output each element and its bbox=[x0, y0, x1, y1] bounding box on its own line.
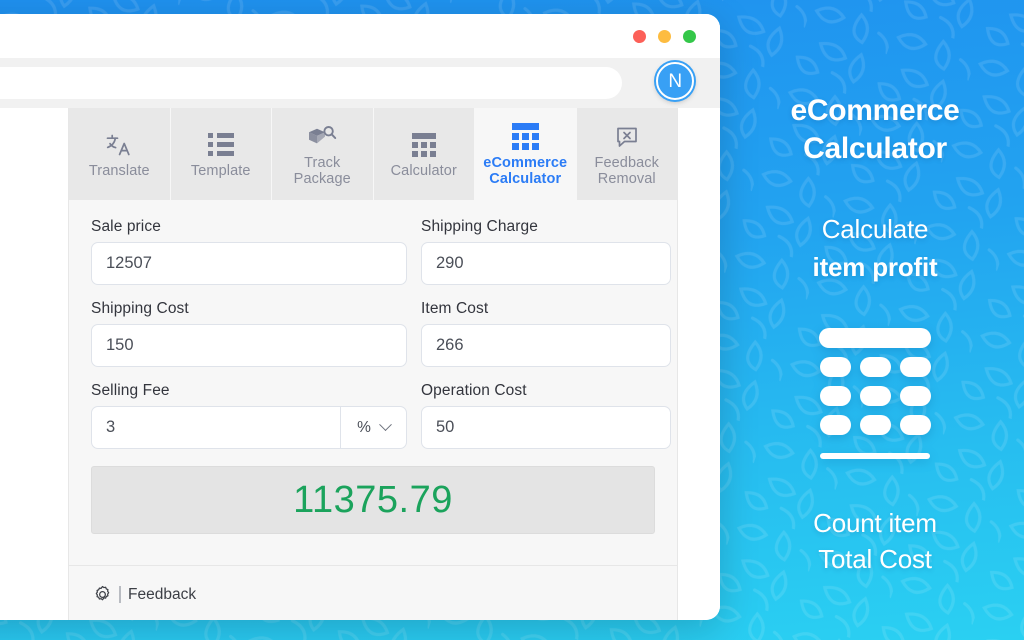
field-operation-cost-wrap bbox=[421, 406, 671, 449]
promo-subtitle-line2: item profit bbox=[812, 252, 938, 282]
minimize-window-button[interactable] bbox=[658, 30, 671, 43]
selling-fee-unit-value: % bbox=[357, 418, 371, 436]
browser-tab-strip bbox=[0, 14, 720, 58]
calculator-key bbox=[819, 415, 851, 435]
feedback-link[interactable]: Feedback bbox=[128, 586, 196, 604]
promo-panel: eCommerce Calculator Calculate item prof… bbox=[726, 0, 1024, 640]
shipping-charge-input[interactable] bbox=[422, 243, 670, 284]
tab-track-package-label: Track Package bbox=[293, 154, 351, 187]
field-selling-fee: Selling Fee % bbox=[91, 382, 407, 449]
tab-translate[interactable]: Translate bbox=[69, 108, 171, 200]
promo-footer-line2: Total Cost bbox=[818, 544, 932, 574]
extension-badge-icon[interactable]: N bbox=[656, 62, 694, 100]
promo-footer-line1: Count item bbox=[813, 508, 937, 538]
field-shipping-cost-wrap bbox=[91, 324, 407, 367]
translate-icon bbox=[106, 132, 132, 158]
promo-title-line2: Calculator bbox=[803, 132, 947, 165]
field-sale-price-label: Sale price bbox=[91, 218, 161, 235]
chevron-down-icon bbox=[379, 418, 392, 432]
tab-template-label: Template bbox=[190, 162, 251, 179]
browser-window: N Translate Template Track Package Calcu… bbox=[0, 14, 720, 620]
item-cost-input[interactable] bbox=[422, 325, 670, 366]
calculator-key bbox=[859, 357, 891, 377]
tab-ecommerce-calculator[interactable]: eCommerce Calculator bbox=[475, 108, 577, 200]
popup-tab-bar: Translate Template Track Package Calcula… bbox=[69, 108, 677, 200]
field-item-cost-wrap bbox=[421, 324, 671, 367]
operation-cost-input[interactable] bbox=[422, 407, 670, 448]
calculator-form: Sale price Shipping Charge bbox=[69, 200, 677, 565]
tab-feedback-removal[interactable]: Feedback Removal bbox=[576, 108, 677, 200]
tab-translate-label: Translate bbox=[88, 162, 150, 179]
selling-fee-input[interactable] bbox=[92, 407, 340, 448]
extension-badge-label: N bbox=[668, 70, 682, 92]
gear-icon[interactable] bbox=[93, 585, 112, 604]
field-item-cost-label: Item Cost bbox=[421, 300, 489, 317]
calculator-key-row bbox=[819, 415, 931, 435]
tab-calculator-label: Calculator bbox=[390, 162, 457, 179]
tab-feedback-removal-label: Feedback Removal bbox=[594, 154, 659, 187]
field-operation-cost-label: Operation Cost bbox=[421, 382, 527, 399]
comment-remove-icon bbox=[615, 124, 639, 150]
calculator-key bbox=[859, 415, 891, 435]
calculator-fields-grid: Sale price Shipping Charge bbox=[91, 218, 671, 464]
footer-separator bbox=[119, 586, 121, 603]
promo-title: eCommerce Calculator bbox=[790, 92, 959, 168]
promo-title-line1: eCommerce bbox=[790, 94, 960, 127]
promo-subtitle-line1: Calculate bbox=[821, 214, 929, 244]
browser-page-area: Translate Template Track Package Calcula… bbox=[0, 108, 720, 620]
tab-ecommerce-calculator-label: eCommerce Calculator bbox=[483, 154, 568, 187]
calculator-key-row bbox=[819, 386, 931, 406]
promo-footer-text: Count item Total Cost bbox=[813, 505, 937, 577]
field-item-cost: Item Cost bbox=[421, 300, 671, 367]
calculator-key bbox=[819, 386, 851, 406]
package-search-icon bbox=[307, 124, 337, 150]
result-display: 11375.79 bbox=[91, 466, 655, 534]
tab-track-package[interactable]: Track Package bbox=[272, 108, 374, 200]
field-shipping-cost: Shipping Cost bbox=[91, 300, 407, 367]
field-selling-fee-wrap: % bbox=[91, 406, 407, 449]
calculator-base-bar bbox=[820, 453, 930, 459]
screenshot-stage: N Translate Template Track Package Calcu… bbox=[0, 0, 1024, 640]
field-selling-fee-label: Selling Fee bbox=[91, 382, 170, 399]
browser-toolbar: N bbox=[0, 58, 720, 108]
shipping-cost-input[interactable] bbox=[92, 325, 406, 366]
field-shipping-charge-label: Shipping Charge bbox=[421, 218, 538, 235]
tab-template[interactable]: Template bbox=[170, 108, 272, 200]
ecommerce-calculator-icon bbox=[511, 123, 539, 150]
extension-popup: Translate Template Track Package Calcula… bbox=[68, 108, 678, 620]
calculator-key bbox=[899, 357, 931, 377]
popup-footer: Feedback bbox=[69, 565, 677, 620]
selling-fee-unit-select[interactable]: % bbox=[340, 407, 406, 448]
calculator-illustration bbox=[819, 328, 931, 459]
result-value: 11375.79 bbox=[293, 478, 453, 521]
address-bar[interactable] bbox=[0, 67, 622, 99]
close-window-button[interactable] bbox=[633, 30, 646, 43]
tab-calculator[interactable]: Calculator bbox=[373, 108, 475, 200]
window-controls bbox=[633, 30, 696, 43]
calculator-key bbox=[859, 386, 891, 406]
maximize-window-button[interactable] bbox=[683, 30, 696, 43]
field-shipping-charge: Shipping Charge bbox=[421, 218, 671, 285]
field-operation-cost: Operation Cost bbox=[421, 382, 671, 449]
field-sale-price: Sale price bbox=[91, 218, 407, 285]
field-shipping-cost-label: Shipping Cost bbox=[91, 300, 189, 317]
template-list-icon bbox=[207, 132, 234, 158]
calculator-screen-bar bbox=[819, 328, 931, 348]
calculator-key-row bbox=[819, 357, 931, 377]
calculator-key bbox=[819, 357, 851, 377]
sale-price-input[interactable] bbox=[92, 243, 406, 284]
field-shipping-charge-wrap bbox=[421, 242, 671, 285]
promo-subtitle: Calculate item profit bbox=[813, 210, 938, 286]
calculator-key bbox=[899, 386, 931, 406]
field-sale-price-wrap bbox=[91, 242, 407, 285]
calculator-key bbox=[899, 415, 931, 435]
calculator-icon bbox=[411, 132, 436, 158]
